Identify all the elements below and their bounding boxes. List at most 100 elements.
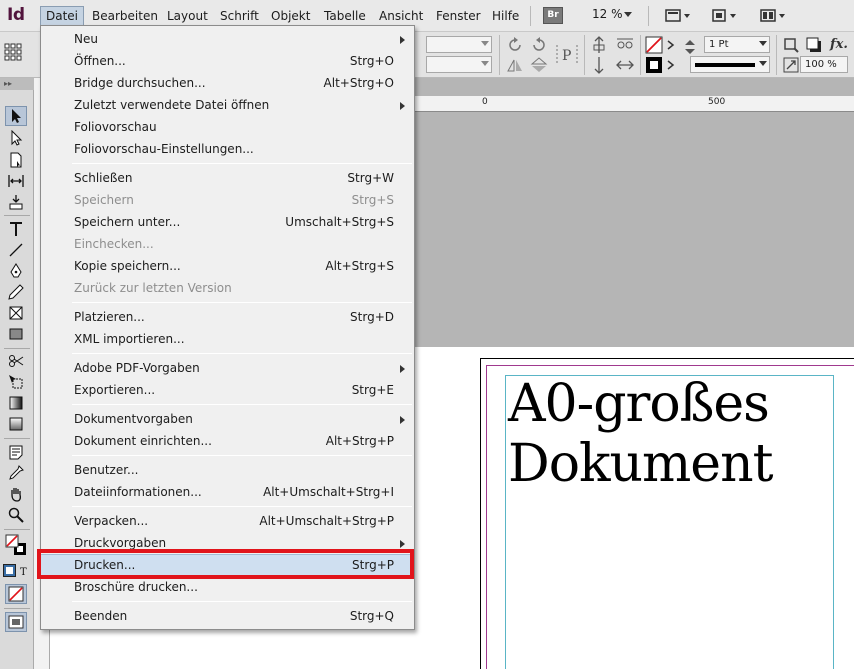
menu-item-label: Zurück zur letzten Version [74, 281, 232, 295]
gap-icon [8, 175, 24, 187]
menu-item-exportieren[interactable]: Exportieren... Strg+E [41, 379, 414, 401]
menu-item-dokumentvorgaben[interactable]: Dokumentvorgaben [41, 408, 414, 430]
gradient-swatch-tool[interactable] [5, 393, 27, 413]
pen-tool[interactable] [5, 261, 27, 281]
scale-field[interactable]: 100 % [800, 56, 848, 73]
menu-hilfe[interactable]: Hilfe [487, 6, 524, 26]
effects-fx-button[interactable]: fx. [830, 37, 848, 52]
menu-item-speichern: Speichern Strg+S [41, 189, 414, 211]
free-transform-icon [9, 375, 23, 389]
menu-fenster[interactable]: Fenster [431, 6, 486, 26]
drop-shadow-icon[interactable] [805, 36, 823, 54]
menu-item-neu[interactable]: Neu [41, 28, 414, 50]
rectangle-tool[interactable] [5, 324, 27, 344]
shear-angle-field[interactable] [426, 36, 492, 53]
menu-tabelle[interactable]: Tabelle [319, 6, 371, 26]
select-content-icon[interactable] [614, 36, 636, 54]
menu-item-label: XML importieren... [74, 332, 185, 346]
select-previous-icon[interactable] [590, 56, 608, 74]
stroke-weight-field[interactable]: 1 Pt [704, 36, 770, 53]
zoom-tool[interactable] [5, 505, 27, 525]
rotate-cw-icon[interactable] [506, 36, 524, 54]
stroke-swatch-icon[interactable] [645, 56, 663, 74]
eyedropper-icon [9, 465, 24, 480]
submenu-arrow-icon [400, 102, 405, 110]
document-heading[interactable]: A0-großes Dokument [508, 374, 838, 494]
menu-item-label: Beenden [74, 609, 128, 623]
menu-item-verpacken[interactable]: Verpacken... Alt+Umschalt+Strg+P [41, 510, 414, 532]
pencil-tool[interactable] [5, 282, 27, 302]
menu-item-benutzer[interactable]: Benutzer... [41, 459, 414, 481]
menu-item-beenden[interactable]: Beenden Strg+Q [41, 605, 414, 627]
rotate-ccw-icon[interactable] [530, 36, 548, 54]
arrange-documents-icon[interactable] [760, 8, 786, 24]
eyedropper-tool[interactable] [5, 463, 27, 483]
menu-item-bridge-durchsuchen[interactable]: Bridge durchsuchen... Alt+Strg+O [41, 72, 414, 94]
menu-objekt[interactable]: Objekt [266, 6, 315, 26]
rotation-angle-field[interactable] [426, 56, 492, 73]
view-options-icon[interactable] [665, 8, 691, 24]
apply-none-icon [8, 586, 24, 602]
stroke-options-arrow-icon[interactable] [667, 60, 675, 70]
menu-item-oeffnen[interactable]: Öffnen... Strg+O [41, 50, 414, 72]
flip-vertical-icon[interactable] [530, 56, 548, 74]
menu-item-label: Platzieren... [74, 310, 145, 324]
fill-options-arrow-icon[interactable] [667, 40, 675, 50]
menu-item-speichern-unter[interactable]: Speichern unter... Umschalt+Strg+S [41, 211, 414, 233]
menu-item-xml-importieren[interactable]: XML importieren... [41, 328, 414, 350]
scale-icon[interactable] [782, 56, 800, 74]
menu-item-adobe-pdf-vorgaben[interactable]: Adobe PDF-Vorgaben [41, 357, 414, 379]
rectangle-frame-tool[interactable] [5, 303, 27, 323]
free-transform-tool[interactable] [5, 372, 27, 392]
menu-bearbeiten[interactable]: Bearbeiten [87, 6, 163, 26]
page-tool[interactable] [5, 150, 27, 170]
tools-panel-grip[interactable]: ▸▸ [0, 78, 34, 90]
paragraph-direction-icon[interactable]: P [554, 42, 580, 68]
menu-item-kopie-speichern[interactable]: Kopie speichern... Alt+Strg+S [41, 255, 414, 277]
menu-item-label: Neu [74, 32, 98, 46]
note-tool[interactable] [5, 442, 27, 462]
bridge-button[interactable]: Br [543, 7, 563, 24]
selection-tool[interactable] [5, 106, 27, 126]
reference-point-icon[interactable] [4, 43, 22, 61]
menu-item-dokument-einrichten[interactable]: Dokument einrichten... Alt+Strg+P [41, 430, 414, 452]
line-tool[interactable] [5, 240, 27, 260]
stroke-type-field[interactable] [690, 56, 770, 73]
select-container-icon[interactable] [590, 36, 608, 54]
apply-none-button[interactable] [5, 584, 27, 604]
formatting-text-button[interactable]: T [17, 564, 30, 577]
menu-item-platzieren[interactable]: Platzieren... Strg+D [41, 306, 414, 328]
menu-item-label: Verpacken... [74, 514, 149, 528]
screen-mode-button[interactable] [5, 612, 27, 632]
formatting-container-button[interactable] [3, 564, 16, 577]
menu-schrift[interactable]: Schrift [215, 6, 264, 26]
menu-datei[interactable]: Datei [40, 6, 85, 26]
gap-tool[interactable] [5, 171, 27, 191]
stroke-weight-stepper-icon[interactable] [682, 38, 698, 56]
menu-item-foliovorschau-einstellungen[interactable]: Foliovorschau-Einstellungen... [41, 138, 414, 160]
fill-none-swatch-icon[interactable] [645, 36, 663, 54]
menu-item-shortcut: Umschalt+Strg+S [285, 215, 394, 229]
menu-item-schliessen[interactable]: Schließen Strg+W [41, 167, 414, 189]
menu-item-broschuere-drucken[interactable]: Broschüre drucken... [41, 576, 414, 598]
menu-item-foliovorschau[interactable]: Foliovorschau [41, 116, 414, 138]
select-next-icon[interactable] [614, 56, 636, 74]
menu-item-dateiinformationen[interactable]: Dateiinformationen... Alt+Umschalt+Strg+I [41, 481, 414, 503]
direct-selection-tool[interactable] [5, 128, 27, 148]
menu-item-zuletzt-verwendet[interactable]: Zuletzt verwendete Datei öffnen [41, 94, 414, 116]
scissors-tool[interactable] [5, 351, 27, 371]
gradient-feather-tool[interactable] [5, 414, 27, 434]
fill-stroke-swatches-icon[interactable] [5, 534, 29, 558]
menu-item-label: Öffnen... [74, 54, 126, 68]
zoom-level[interactable]: 12 % [592, 7, 623, 21]
menu-item-label: Broschüre drucken... [74, 580, 198, 594]
zoom-dropdown-icon[interactable] [624, 12, 632, 18]
hand-tool[interactable] [5, 484, 27, 504]
type-tool[interactable] [5, 219, 27, 239]
flip-horizontal-icon[interactable] [506, 56, 524, 74]
menu-ansicht[interactable]: Ansicht [374, 6, 428, 26]
content-collector-tool[interactable] [5, 192, 27, 212]
object-effects-icon[interactable] [782, 36, 800, 54]
screen-mode-icon[interactable] [711, 8, 737, 24]
menu-layout[interactable]: Layout [162, 6, 213, 26]
